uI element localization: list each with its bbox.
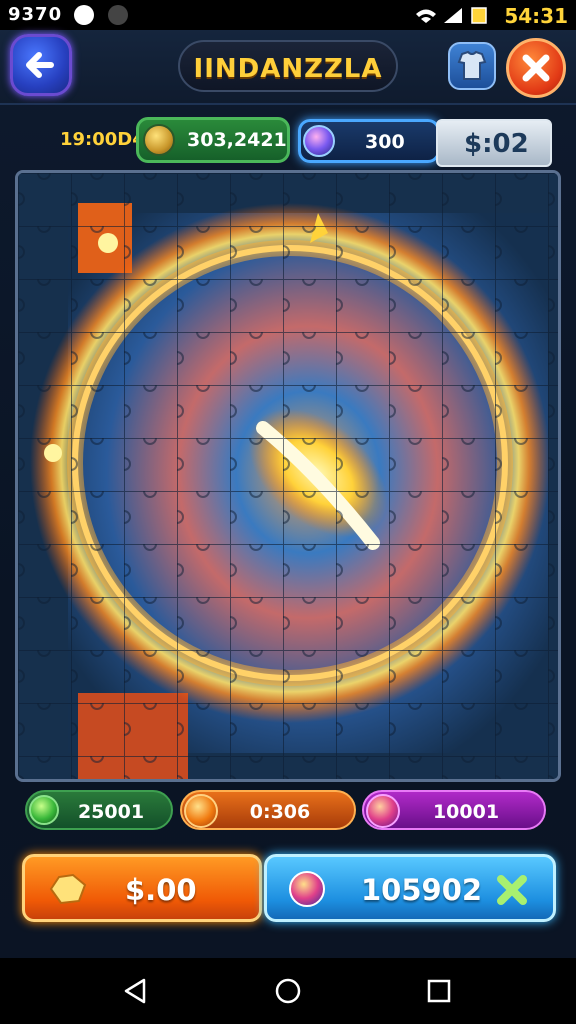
fire-orb-value: 0:306 — [249, 801, 311, 823]
stats-row: 19:00D4 303,2421 300 $:02 — [0, 107, 576, 169]
wifi-icon — [416, 9, 436, 23]
game-screen: 9370 54:31 IINDANZZLA 19:00D4 303,2421 3… — [0, 0, 576, 1024]
coins-value: 303,2421 — [187, 129, 287, 151]
piece-grid — [18, 173, 558, 779]
title-banner: IINDANZZLA — [178, 40, 398, 92]
close-button[interactable] — [506, 38, 566, 98]
reward-button-label: 105902 — [361, 873, 483, 907]
purple-gem-counter: 10001 — [362, 790, 546, 830]
green-gem-value: 25001 — [77, 801, 145, 823]
shirt-button[interactable] — [448, 42, 496, 90]
gold-nugget-icon — [49, 873, 87, 905]
top-header: IINDANZZLA — [0, 30, 576, 105]
coin-icon — [143, 124, 175, 156]
fire-orb-counter: 0:306 — [180, 790, 356, 830]
puzzle-image[interactable] — [18, 173, 558, 779]
buy-button[interactable]: $.00 — [22, 854, 262, 922]
arrow-left-icon — [26, 52, 54, 78]
money-value: $:02 — [464, 129, 529, 159]
close-icon — [522, 54, 550, 82]
money-display: $:02 — [436, 119, 552, 167]
signal-icon — [444, 8, 462, 23]
green-gem-counter: 25001 — [25, 790, 173, 830]
timer-label: 19:00D4 — [60, 129, 145, 150]
status-time: 54:31 — [504, 4, 568, 28]
gems-value: 300 — [365, 131, 405, 153]
back-button[interactable] — [10, 34, 72, 96]
reward-button[interactable]: 105902 — [264, 854, 556, 922]
battery-icon — [471, 7, 487, 24]
gems-counter: 300 — [298, 119, 440, 163]
cross-icon — [497, 875, 527, 905]
recents-nav-icon[interactable] — [424, 976, 454, 1006]
purple-gem-value: 10001 — [432, 801, 500, 823]
notification-icon — [74, 5, 94, 25]
status-icons — [416, 7, 487, 24]
puzzle-board[interactable] — [15, 170, 561, 782]
home-nav-icon[interactable] — [273, 976, 303, 1006]
orb-icon — [289, 871, 325, 907]
page-title: IINDANZZLA — [193, 54, 383, 84]
back-nav-icon[interactable] — [120, 976, 150, 1006]
app-icon — [108, 5, 128, 25]
buy-button-label: $.00 — [125, 873, 197, 907]
navigation-bar — [0, 958, 576, 1024]
gem-icon — [303, 125, 335, 157]
status-left-text: 9370 — [8, 4, 63, 25]
shirt-icon — [457, 50, 487, 80]
coins-counter: 303,2421 — [136, 117, 290, 163]
status-bar: 9370 54:31 — [0, 0, 576, 30]
